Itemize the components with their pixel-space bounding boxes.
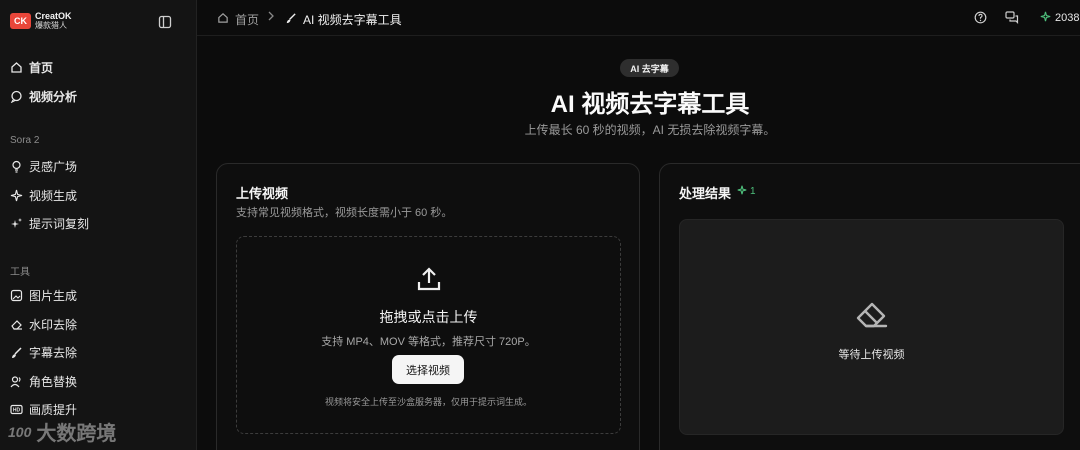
sidebar-item-label: 视频分析 bbox=[29, 89, 78, 104]
sidebar-item-home[interactable]: 首页 bbox=[10, 57, 53, 77]
breadcrumb-home-label: 首页 bbox=[235, 13, 260, 27]
image-icon bbox=[10, 289, 23, 302]
sidebar-item-image-generation[interactable]: 图片生成 bbox=[10, 285, 77, 305]
hd-icon: HD bbox=[10, 403, 23, 416]
sparkle-icon bbox=[1040, 11, 1051, 25]
sidebar-item-video-generation[interactable]: 视频生成 bbox=[10, 185, 77, 205]
credits-display[interactable]: 2038 bbox=[1040, 11, 1079, 25]
home-icon bbox=[217, 12, 229, 27]
sidebar-item-quality-enhance[interactable]: HD 画质提升 bbox=[10, 399, 77, 419]
watermark: 100 大数跨境 bbox=[8, 417, 116, 446]
brand-logo[interactable]: CK CreatOK 爆款猎人 bbox=[10, 12, 72, 30]
brush-icon bbox=[10, 346, 23, 359]
home-icon bbox=[10, 61, 23, 74]
chat-bubble-icon bbox=[10, 90, 23, 103]
chevron-right-icon bbox=[267, 11, 275, 21]
sidebar-item-inspiration[interactable]: 灵感广场 bbox=[10, 156, 77, 176]
sparkle-icon bbox=[737, 185, 747, 198]
sidebar-item-watermark-removal[interactable]: 水印去除 bbox=[10, 314, 77, 334]
sidebar-item-label: 灵感广场 bbox=[29, 159, 78, 174]
hero-badge: AI 去字幕 bbox=[620, 59, 679, 77]
upload-card-desc: 支持常见视频格式，视频长度需小于 60 秒。 bbox=[236, 207, 453, 219]
sidebar-toggle-icon[interactable] bbox=[158, 15, 174, 31]
sidebar-item-label: 图片生成 bbox=[29, 288, 78, 303]
result-card-title: 处理结果 bbox=[679, 186, 732, 201]
sidebar-item-label: 角色替换 bbox=[29, 374, 78, 389]
sidebar-item-label: 视频生成 bbox=[29, 188, 78, 203]
watermark-text: 大数跨境 bbox=[36, 423, 117, 445]
result-card: 处理结果 1 等待上传视频 bbox=[659, 163, 1080, 450]
sidebar-item-character-replace[interactable]: 角色替换 bbox=[10, 371, 77, 391]
sparkles-icon bbox=[10, 217, 23, 230]
help-icon[interactable] bbox=[974, 11, 987, 24]
sidebar-item-video-analysis[interactable]: 视频分析 bbox=[10, 86, 77, 106]
section-label-tools: 工具 bbox=[10, 267, 30, 278]
users-icon bbox=[10, 375, 23, 388]
sidebar-item-label: 提示词复刻 bbox=[29, 216, 90, 231]
select-video-button[interactable]: 选择视频 bbox=[392, 355, 464, 384]
breadcrumb-current-label: AI 视频去字幕工具 bbox=[303, 13, 402, 27]
sidebar-item-label: 首页 bbox=[29, 60, 54, 75]
topbar: 首页 AI 视频去字幕工具 2038 bbox=[197, 0, 1080, 36]
sidebar-item-label: 字幕去除 bbox=[29, 345, 78, 360]
dropzone-subtitle: 支持 MP4、MOV 等格式，推荐尺寸 720P。 bbox=[321, 336, 536, 348]
upload-dropzone[interactable]: 拖拽或点击上传 支持 MP4、MOV 等格式，推荐尺寸 720P。 选择视频 视… bbox=[236, 236, 621, 434]
watermark-logo: 100 bbox=[8, 423, 32, 440]
sidebar-item-prompt-replicate[interactable]: 提示词复刻 bbox=[10, 213, 89, 233]
eraser-icon bbox=[10, 318, 23, 331]
sparkle-icon bbox=[10, 189, 23, 202]
section-label-sora: Sora 2 bbox=[10, 135, 40, 146]
feedback-icon[interactable] bbox=[1005, 11, 1019, 24]
lightbulb-icon bbox=[10, 160, 23, 173]
result-count-value: 1 bbox=[750, 186, 756, 197]
sidebar-item-label: 画质提升 bbox=[29, 402, 78, 417]
dropzone-note: 视频将安全上传至沙盒服务器，仅用于提示词生成。 bbox=[324, 397, 532, 407]
sidebar: CK CreatOK 爆款猎人 首页 视频分析 Sora 2 灵感广场 视频生成… bbox=[0, 0, 197, 450]
page-title: AI 视频去字幕工具 bbox=[550, 91, 750, 118]
brush-icon bbox=[285, 12, 297, 27]
brand-name-cn: 爆款猎人 bbox=[35, 21, 67, 30]
result-preview-area: 等待上传视频 bbox=[679, 219, 1064, 435]
brand-name-en: CreatOK bbox=[35, 11, 72, 21]
eraser-icon bbox=[852, 296, 892, 332]
result-empty-text: 等待上传视频 bbox=[838, 349, 905, 361]
breadcrumb-current: AI 视频去字幕工具 bbox=[285, 11, 402, 28]
sidebar-item-label: 水印去除 bbox=[29, 317, 78, 332]
brand-mark-icon: CK bbox=[10, 13, 31, 29]
dropzone-title: 拖拽或点击上传 bbox=[379, 309, 478, 325]
breadcrumb-home[interactable]: 首页 bbox=[217, 11, 259, 28]
result-count-badge: 1 bbox=[737, 185, 756, 198]
upload-card: 上传视频 支持常见视频格式，视频长度需小于 60 秒。 拖拽或点击上传 支持 M… bbox=[216, 163, 640, 450]
sidebar-item-subtitle-removal[interactable]: 字幕去除 bbox=[10, 342, 77, 362]
page-subtitle: 上传最长 60 秒的视频，AI 无损去除视频字幕。 bbox=[524, 123, 776, 137]
svg-text:HD: HD bbox=[13, 407, 21, 413]
credits-value: 2038 bbox=[1055, 12, 1080, 24]
upload-card-title: 上传视频 bbox=[236, 186, 289, 201]
upload-icon bbox=[415, 265, 443, 293]
